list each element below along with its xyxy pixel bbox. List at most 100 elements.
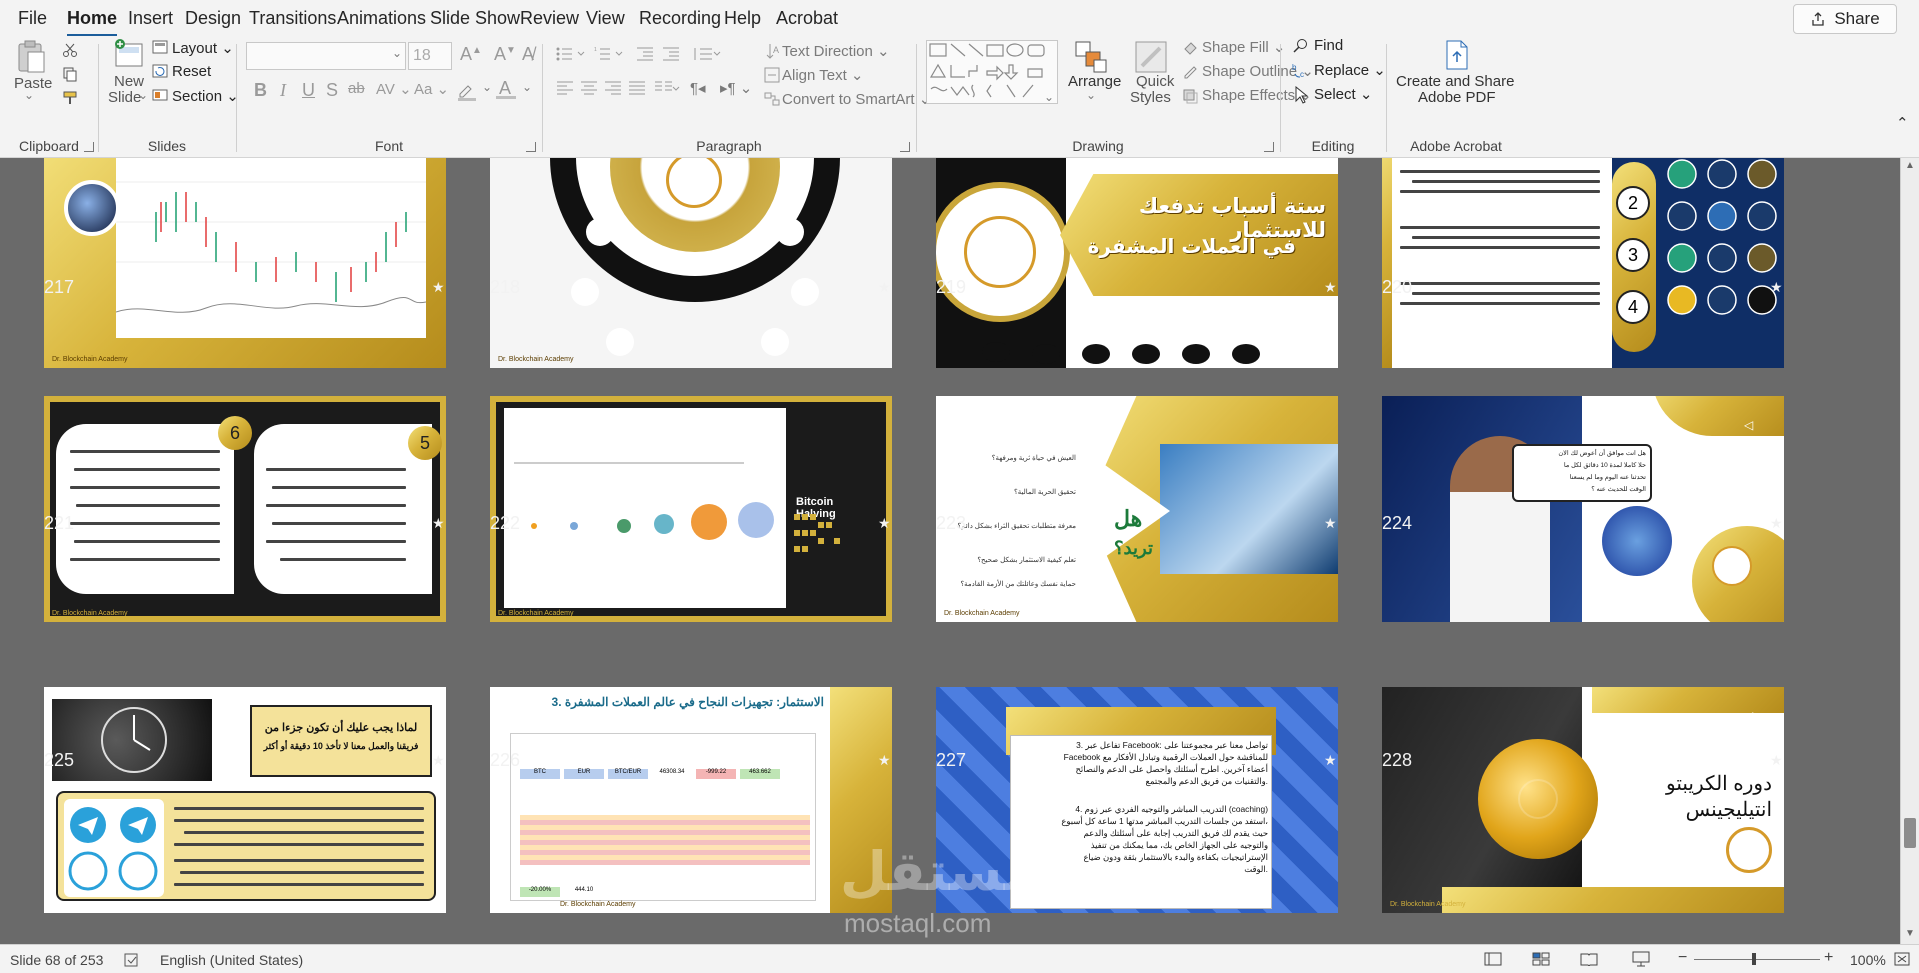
zoom-level[interactable]: 100% — [1850, 952, 1886, 968]
slide-thumbnail-224[interactable]: هل انت موافق أن أعوض لك الان حلا كاملا ل… — [1382, 396, 1784, 622]
increase-font-icon[interactable]: A▲ — [460, 44, 482, 65]
paste-dropdown[interactable]: ⌄ — [24, 88, 34, 102]
share-icon — [1812, 12, 1824, 26]
columns-icon[interactable] — [654, 80, 680, 96]
slide-thumbnail-219[interactable]: ستة أسباب تدفعك للاستثمار في العملات الم… — [936, 158, 1338, 368]
new-slide-button[interactable] — [112, 38, 146, 75]
align-right-icon[interactable] — [604, 80, 622, 96]
zoom-slider-thumb[interactable] — [1752, 953, 1756, 965]
align-text-button[interactable]: Align Text ⌄ — [782, 66, 864, 84]
increase-indent-icon[interactable] — [662, 46, 680, 62]
slide-thumbnail-222[interactable]: Bitcoin Halving Dr. Blockchain Academy — [490, 396, 892, 622]
fit-to-window-icon[interactable] — [1894, 952, 1910, 966]
zoom-slider[interactable] — [1694, 959, 1820, 960]
play-icon: ◁ — [1744, 709, 1754, 723]
tab-insert[interactable]: Insert — [128, 8, 173, 29]
bold-icon[interactable]: B — [254, 80, 267, 101]
slide-thumbnail-218[interactable]: Dr. Blockchain Academy — [490, 158, 892, 368]
tab-help[interactable]: Help — [724, 8, 761, 29]
character-spacing-icon[interactable]: AV ⌄ — [376, 80, 412, 98]
slideshow-view-icon[interactable] — [1632, 951, 1650, 967]
numbering-icon[interactable]: 1 — [594, 46, 624, 62]
slide-thumbnail-225[interactable]: لماذا يجب عليك أن تكون جزءا من فريقنا وا… — [44, 687, 446, 913]
accessibility-icon[interactable] — [124, 953, 140, 967]
slide-thumbnail-223[interactable]: هل تريد؟ العيش في حياة ثرية ومرفهة؟ تحقي… — [936, 396, 1338, 622]
font-name-dropdown[interactable]: ⌄ — [392, 46, 402, 60]
slide-thumbnail-226[interactable]: 3. الاستثمار: تجهيزات النجاح في عالم الع… — [490, 687, 892, 913]
highlight-dropdown[interactable]: ⌄ — [482, 80, 492, 94]
clear-formatting-icon[interactable]: A̸ — [522, 44, 534, 65]
new-slide-dropdown[interactable]: ⌄ — [138, 88, 148, 102]
font-color-dropdown[interactable]: ⌄ — [522, 80, 532, 94]
tab-file[interactable]: File — [18, 8, 47, 29]
collapse-ribbon-icon[interactable]: ⌃ — [1896, 114, 1909, 132]
shapes-gallery[interactable] — [926, 40, 1058, 104]
slide-223-item-4: تعلم كيفية الاستثمار بشكل صحيح؟ — [977, 557, 1076, 564]
tab-view[interactable]: View — [586, 8, 625, 29]
tab-slide-show[interactable]: Slide Show — [430, 8, 520, 29]
tab-transitions[interactable]: Transitions — [249, 8, 336, 29]
reading-view-icon[interactable] — [1580, 952, 1598, 966]
underline-icon[interactable]: U — [302, 80, 315, 101]
tab-review[interactable]: Review — [520, 8, 579, 29]
tab-recording[interactable]: Recording — [639, 8, 721, 29]
section-button[interactable]: Section ⌄ — [172, 87, 239, 105]
highlight-icon[interactable] — [456, 82, 478, 101]
scroll-down-icon[interactable]: ▼ — [1905, 928, 1915, 939]
drawing-launcher[interactable] — [1264, 142, 1274, 152]
font-size-input[interactable]: 18 — [408, 42, 452, 70]
font-name-input[interactable] — [246, 42, 406, 70]
slide-223-heading-1: هل — [1114, 506, 1143, 531]
decrease-font-icon[interactable]: A▼ — [494, 44, 516, 65]
font-color-icon[interactable]: A — [496, 78, 518, 100]
convert-smartart-button[interactable]: Convert to SmartArt ⌄ — [782, 90, 931, 108]
ltr-icon[interactable]: ▸¶ ⌄ — [720, 79, 752, 97]
language-indicator[interactable]: English (United States) — [160, 952, 303, 968]
tab-acrobat[interactable]: Acrobat — [776, 8, 838, 29]
zoom-out-icon[interactable]: − — [1678, 949, 1687, 967]
copy-icon[interactable] — [62, 66, 78, 82]
change-case-icon[interactable]: Aa ⌄ — [414, 80, 449, 98]
quick-styles-label-2[interactable]: Styles — [1130, 88, 1171, 107]
scrollbar-thumb[interactable] — [1904, 818, 1916, 848]
find-button[interactable]: Find — [1314, 37, 1343, 54]
create-pdf-label-2[interactable]: Adobe PDF — [1418, 88, 1496, 107]
paragraph-launcher[interactable] — [900, 142, 910, 152]
strikethrough-icon[interactable]: ab — [348, 80, 365, 97]
bullets-icon[interactable] — [556, 46, 586, 62]
zoom-in-icon[interactable]: + — [1824, 949, 1833, 967]
scroll-up-icon[interactable]: ▲ — [1905, 160, 1915, 171]
arrange-dropdown[interactable]: ⌄ — [1086, 88, 1096, 102]
justify-icon[interactable] — [628, 80, 646, 96]
format-painter-icon[interactable] — [62, 90, 80, 106]
rtl-icon[interactable]: ¶◂ — [690, 79, 706, 97]
align-center-icon[interactable] — [580, 80, 598, 96]
vertical-scrollbar[interactable]: ▲ ▼ — [1900, 158, 1919, 944]
line-spacing-icon[interactable] — [692, 46, 722, 62]
select-button[interactable]: Select ⌄ — [1314, 85, 1372, 103]
tab-animations[interactable]: Animations — [337, 8, 426, 29]
normal-view-icon[interactable] — [1484, 952, 1502, 966]
cut-icon[interactable] — [62, 42, 78, 58]
layout-button[interactable]: Layout ⌄ — [172, 39, 234, 57]
slide-thumbnail-221[interactable]: 6 5 Dr. Blockchain Academy — [44, 396, 446, 622]
tab-design[interactable]: Design — [185, 8, 241, 29]
tab-home[interactable]: Home — [67, 8, 118, 37]
share-button[interactable]: Share — [1793, 4, 1897, 34]
slide-sorter-view-icon[interactable] — [1532, 952, 1550, 966]
reset-button[interactable]: Reset — [172, 63, 211, 80]
italic-icon[interactable]: I — [280, 80, 286, 101]
play-icon: ◁ — [1744, 418, 1754, 432]
text-direction-button[interactable]: Text Direction ⌄ — [782, 42, 890, 60]
decrease-indent-icon[interactable] — [636, 46, 654, 62]
clipboard-launcher[interactable] — [84, 142, 94, 152]
shapes-gallery-more[interactable]: ⌄ — [1044, 90, 1054, 104]
slide-thumbnail-220[interactable]: 2 3 4 — [1382, 158, 1784, 368]
slide-thumbnail-217[interactable]: Dr. Blockchain Academy — [44, 158, 446, 368]
slide-thumbnail-228[interactable]: دوره الكريبتو انتيليجينس ◁ Dr. Blockchai… — [1382, 687, 1784, 913]
font-launcher[interactable] — [526, 142, 536, 152]
shape-fill-button[interactable]: Shape Fill ⌄ — [1202, 38, 1285, 56]
replace-button[interactable]: Replace ⌄ — [1314, 61, 1386, 79]
shadow-icon[interactable]: S — [326, 80, 338, 101]
align-left-icon[interactable] — [556, 80, 574, 96]
